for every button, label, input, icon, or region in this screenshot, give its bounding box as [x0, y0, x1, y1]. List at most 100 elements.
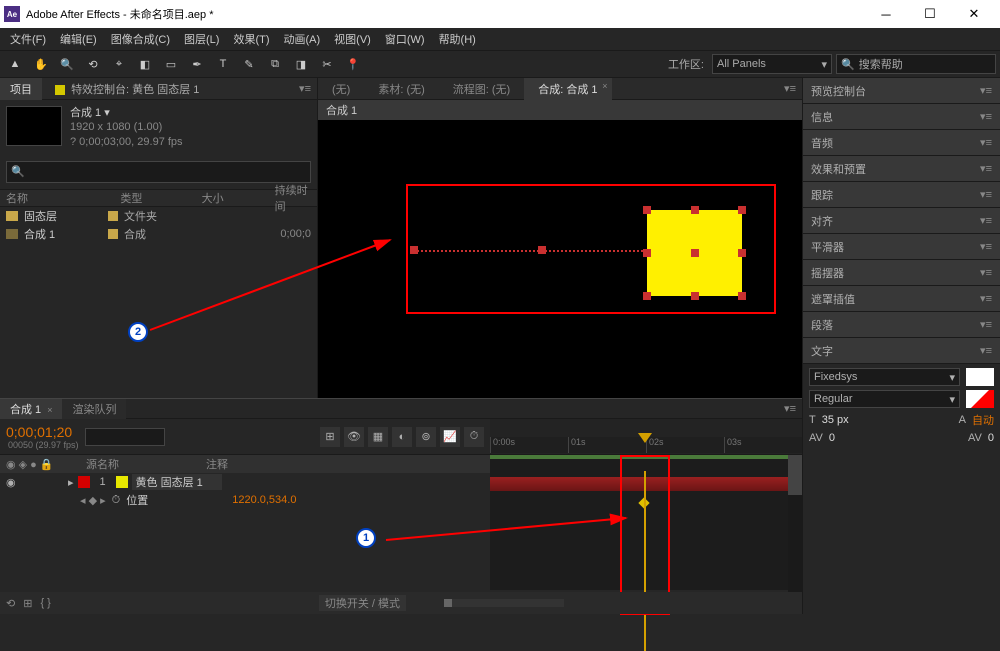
project-row-folder[interactable]: 固态层 文件夹 [0, 207, 317, 225]
kerning-value[interactable]: 0 [829, 432, 835, 444]
maximize-button[interactable]: ☐ [908, 0, 952, 28]
timeline-scrollbar[interactable] [788, 455, 802, 592]
tab-none[interactable]: (无) [318, 78, 364, 100]
project-row-comp[interactable]: 合成 1 合成 0;00;0 [0, 225, 317, 243]
layer-duration-bar[interactable] [490, 477, 802, 491]
menu-help[interactable]: 帮助(H) [433, 29, 482, 49]
tab-footage[interactable]: 素材: (无) [364, 78, 438, 100]
stroke-swatch[interactable] [966, 390, 994, 408]
menu-animation[interactable]: 动画(A) [278, 29, 327, 49]
panel-menu-icon[interactable]: ▾≡ [778, 402, 802, 415]
path-handle[interactable] [410, 246, 418, 254]
menu-view[interactable]: 视图(V) [328, 29, 377, 49]
pen-tool-icon[interactable]: ✒ [186, 53, 208, 75]
edge-handle[interactable] [691, 206, 699, 214]
panel-smoother[interactable]: 平滑器▾≡ [803, 234, 1000, 260]
font-size-value[interactable]: 35 px [822, 414, 849, 426]
eraser-tool-icon[interactable]: ◨ [290, 53, 312, 75]
panel-menu-icon[interactable]: ▾≡ [293, 82, 317, 95]
current-time[interactable]: 0;00;01;20 [6, 424, 79, 440]
zoom-tool-icon[interactable]: 🔍 [56, 53, 78, 75]
workspace-dropdown[interactable]: All Panels▾ [712, 54, 832, 74]
shy-icon[interactable]: 👁 [344, 427, 364, 447]
fill-swatch[interactable] [966, 368, 994, 386]
toggle-switches-icon[interactable]: ⟲ [6, 597, 15, 610]
comp-mini-icon[interactable]: ⊞ [320, 427, 340, 447]
tab-flowchart[interactable]: 流程图: (无) [439, 78, 524, 100]
menu-file[interactable]: 文件(F) [4, 29, 52, 49]
font-family-dropdown[interactable]: Fixedsys▾ [809, 368, 960, 386]
help-search-input[interactable]: 🔍 搜索帮助 [836, 54, 996, 74]
timeline-search-input[interactable] [85, 428, 165, 446]
type-tool-icon[interactable]: T [212, 53, 234, 75]
panel-preview[interactable]: 预览控制台▾≡ [803, 78, 1000, 104]
rect-tool-icon[interactable]: ▭ [160, 53, 182, 75]
stopwatch-icon[interactable]: ⏱ [112, 494, 121, 507]
timeline-tab-comp[interactable]: 合成 1× [0, 399, 62, 419]
clone-tool-icon[interactable]: ⧉ [264, 53, 286, 75]
leading-value[interactable]: 自动 [972, 412, 994, 428]
edge-handle[interactable] [738, 249, 746, 257]
menu-window[interactable]: 窗口(W) [379, 29, 431, 49]
edge-handle[interactable] [643, 249, 651, 257]
motion-blur-icon[interactable]: ◐ [392, 427, 412, 447]
timeline-tab-render[interactable]: 渲染队列 [62, 399, 126, 419]
layer-color-swatch[interactable] [78, 476, 90, 488]
menu-composition[interactable]: 图像合成(C) [105, 29, 176, 49]
minimize-button[interactable]: ─ [864, 0, 908, 28]
project-search-input[interactable]: 🔍 [6, 161, 311, 183]
roto-tool-icon[interactable]: ✂ [316, 53, 338, 75]
property-value[interactable]: 1220.0,534.0 [232, 494, 296, 506]
toggle-switches-button[interactable]: 切换开关 / 模式 [319, 595, 406, 611]
rotate-tool-icon[interactable]: ⟲ [82, 53, 104, 75]
visibility-icon[interactable]: ◉ [6, 476, 20, 489]
work-area-bar[interactable] [490, 455, 802, 459]
layer-name[interactable]: 黄色 固态层 1 [132, 474, 222, 490]
panel-audio[interactable]: 音频▾≡ [803, 130, 1000, 156]
tracking-value[interactable]: 0 [988, 432, 994, 444]
camera-tool-icon[interactable]: ⌖ [108, 53, 130, 75]
scrollbar-thumb[interactable] [788, 455, 802, 495]
panel-wiggler[interactable]: 摇摆器▾≡ [803, 260, 1000, 286]
solid-layer[interactable] [647, 210, 742, 296]
corner-handle[interactable] [643, 206, 651, 214]
panel-tracker[interactable]: 跟踪▾≡ [803, 182, 1000, 208]
panel-info[interactable]: 信息▾≡ [803, 104, 1000, 130]
edge-handle[interactable] [691, 292, 699, 300]
expand-icon[interactable]: { } [40, 597, 50, 609]
hand-tool-icon[interactable]: ✋ [30, 53, 52, 75]
tab-composition[interactable]: 合成: 合成 1× [524, 78, 611, 100]
corner-handle[interactable] [738, 292, 746, 300]
menu-layer[interactable]: 图层(L) [178, 29, 225, 49]
brush-tool-icon[interactable]: ✎ [238, 53, 260, 75]
zoom-slider[interactable] [444, 599, 564, 607]
panel-mask-interp[interactable]: 遮罩插值▾≡ [803, 286, 1000, 312]
brain-icon[interactable]: ⊚ [416, 427, 436, 447]
panel-effects-presets[interactable]: 效果和预置▾≡ [803, 156, 1000, 182]
tab-effect-controls[interactable]: 特效控制台: 黄色 固态层 1 [42, 78, 209, 100]
comp-thumbnail[interactable] [6, 106, 62, 146]
timeline-track-area[interactable] [490, 455, 802, 590]
timeline-ruler-area[interactable]: 0:00s 01s 02s 03s [490, 419, 802, 454]
panel-paragraph[interactable]: 段落▾≡ [803, 312, 1000, 338]
stopwatch-icon[interactable]: ⏱ [464, 427, 484, 447]
frame-blend-icon[interactable]: ▦ [368, 427, 388, 447]
corner-handle[interactable] [738, 206, 746, 214]
path-handle[interactable] [538, 246, 546, 254]
close-icon[interactable]: × [602, 81, 607, 91]
panel-menu-icon[interactable]: ▾≡ [778, 82, 802, 95]
puppet-tool-icon[interactable]: 📍 [342, 53, 364, 75]
menu-edit[interactable]: 编辑(E) [54, 29, 103, 49]
panel-character[interactable]: 文字▾≡ [803, 338, 1000, 364]
font-style-dropdown[interactable]: Regular▾ [809, 390, 960, 408]
panel-align[interactable]: 对齐▾≡ [803, 208, 1000, 234]
playhead-line[interactable] [644, 471, 646, 651]
close-button[interactable]: ✕ [952, 0, 996, 28]
toggle-modes-icon[interactable]: ⊞ [23, 597, 32, 610]
anchor-handle[interactable] [691, 249, 699, 257]
graph-icon[interactable]: 📈 [440, 427, 460, 447]
pan-behind-tool-icon[interactable]: ◧ [134, 53, 156, 75]
selection-tool-icon[interactable]: ▲ [4, 53, 26, 75]
menu-effect[interactable]: 效果(T) [227, 29, 275, 49]
tab-project[interactable]: 项目 [0, 78, 42, 100]
